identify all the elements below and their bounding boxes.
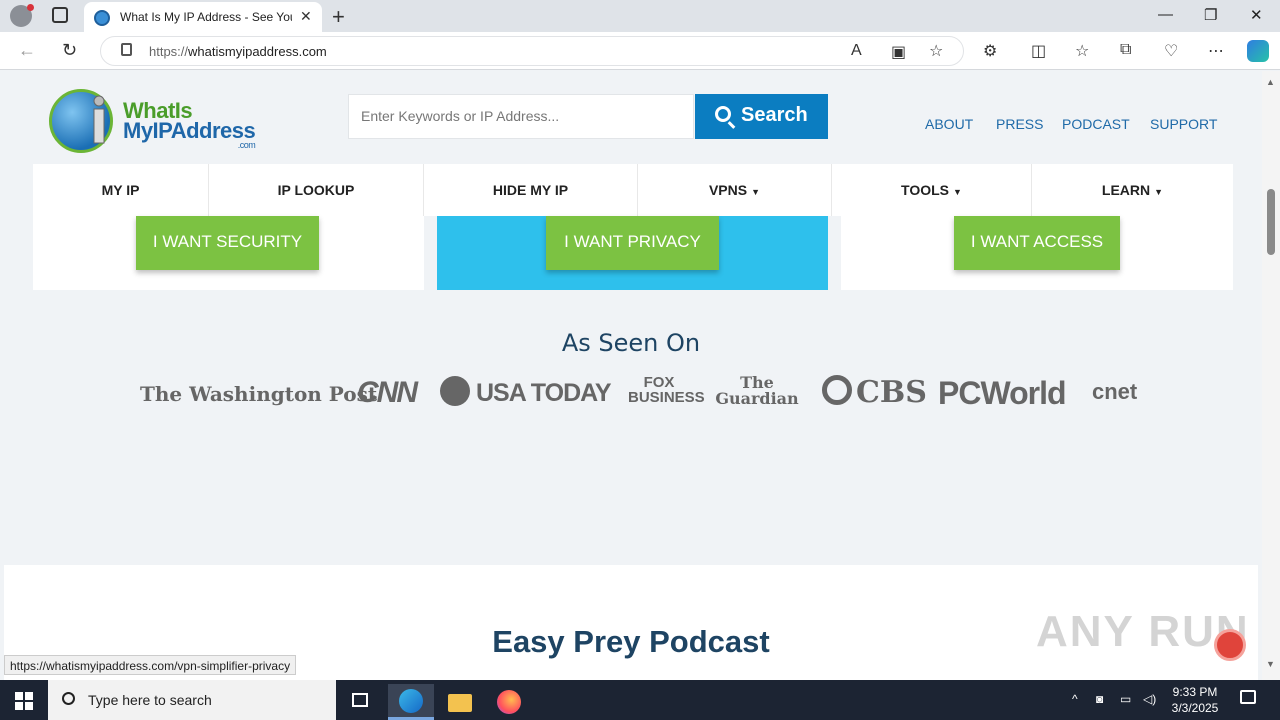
web-page: WhatIs MyIPAddress .com Enter Keywords o… [0,71,1262,680]
url-prefix: https:// [149,44,189,59]
clock-time: 9:33 PM [1172,685,1218,699]
address-bar-row: ← ↻ https://whatismyipaddress.com A ▣ ☆ … [0,32,1280,70]
tab-close-icon[interactable]: ✕ [300,8,312,25]
cnn-logo: CNN [357,376,418,409]
cnet-logo: cnet [1092,379,1138,404]
read-aloud-icon[interactable]: A [851,42,862,60]
taskbar-search[interactable]: Type here to search [48,680,336,720]
tray-chevron-icon[interactable]: ^ [1072,692,1078,706]
access-card: I WANT ACCESS [841,216,1233,290]
nav-vpns[interactable]: VPNS ▼ [638,164,832,216]
nav-label: VPNS [708,182,748,198]
restore-button[interactable]: ❐ [1204,6,1217,24]
refresh-icon[interactable]: ↻ [62,40,77,61]
url-field[interactable]: https://whatismyipaddress.com A ▣ ☆ [100,36,964,66]
more-menu-icon[interactable]: ⋯ [1208,41,1224,61]
scroll-down-icon[interactable]: ▼ [1266,659,1275,669]
network-icon[interactable]: ▭ [1120,692,1131,706]
search-button-label: Search [741,104,808,126]
guardian-logo: The Guardian [715,373,799,408]
logo-line2: MyIPAddress [123,118,256,143]
extensions-icon[interactable]: ⚙ [983,41,997,61]
new-tab-button[interactable]: + [332,4,345,30]
caret-down-icon: ▼ [953,187,962,197]
nav-label: TOOLS [901,182,950,198]
url-text: https://whatismyipaddress.com [149,44,327,59]
press-logos: The Washington Post CNN USA TODAY FOX BU… [140,374,1140,414]
page-scrollbar[interactable]: ▲ ▼ [1262,71,1280,680]
nav-learn[interactable]: LEARN ▼ [1032,164,1233,216]
washington-post-logo: The Washington Post [140,382,378,406]
usa-today-dot-icon [440,376,470,406]
tab-title: What Is My IP Address - See Your [120,10,292,24]
privacy-card: I WANT PRIVACY [437,216,828,290]
i-want-access-button[interactable]: I WANT ACCESS [954,216,1120,270]
press-link[interactable]: PRESS [996,116,1043,132]
scroll-up-icon[interactable]: ▲ [1266,77,1275,87]
file-explorer-icon[interactable] [440,684,480,720]
collections-icon[interactable]: ⧉ [1120,41,1131,59]
nav-label: MY IP [101,182,140,198]
podcast-link[interactable]: PODCAST [1062,116,1130,132]
i-want-privacy-button[interactable]: I WANT PRIVACY [546,216,719,270]
firefox-icon[interactable] [488,684,528,720]
copilot-icon[interactable] [1247,40,1269,62]
site-header: WhatIs MyIPAddress .com Enter Keywords o… [33,71,1233,164]
fox-business-logo: FOX BUSINESS [628,374,705,406]
usa-today-logo: USA TODAY [476,379,612,407]
tab-actions-icon[interactable] [52,7,68,23]
favorite-star-icon[interactable]: ☆ [929,41,943,61]
action-center-icon[interactable] [1240,690,1256,704]
search-button[interactable]: Search [695,94,828,139]
close-window-button[interactable]: ✕ [1250,6,1263,24]
caret-down-icon: ▼ [1154,187,1164,197]
nav-label: HIDE MY IP [492,182,569,198]
taskbar-clock[interactable]: 9:33 PM 3/3/2025 [1160,684,1230,716]
split-screen-icon[interactable]: ◫ [1031,41,1046,61]
nav-label: IP LOOKUP [277,182,355,198]
volume-icon[interactable]: ◁) [1143,692,1156,706]
back-icon[interactable]: ← [18,40,36,61]
minimize-button[interactable]: — [1158,6,1173,23]
about-link[interactable]: ABOUT [925,116,973,132]
browser-essentials-icon[interactable]: ♡ [1164,41,1178,61]
caret-down-icon: ▼ [751,187,761,197]
pcworld-logo: PCWorld [938,375,1067,411]
nav-tools[interactable]: TOOLS ▼ [832,164,1032,216]
edge-taskbar-icon[interactable] [388,684,434,720]
search-icon [62,692,75,705]
globe-icon [94,10,110,26]
nav-my-ip[interactable]: MY IP [33,164,209,216]
nav-label: LEARN [1101,182,1151,198]
browser-tab[interactable]: What Is My IP Address - See Your ✕ [84,2,322,32]
clock-date: 3/3/2025 [1171,701,1219,715]
as-seen-on-heading: As Seen On [561,329,701,357]
favorites-icon[interactable]: ☆ [1075,41,1089,61]
notification-bell-icon[interactable] [1214,629,1246,661]
support-link[interactable]: SUPPORT [1150,116,1217,132]
cbs-eye-icon [822,375,852,405]
scrollbar-thumb[interactable] [1267,189,1275,255]
status-bar-url: https://whatismyipaddress.com/vpn-simpli… [4,655,297,675]
cbs-logo: CBS [856,375,927,410]
taskbar-search-text: Type here to search [88,692,212,708]
nav-ip-lookup[interactable]: IP LOOKUP [209,164,424,216]
immersive-reader-icon[interactable]: ▣ [891,42,906,62]
notification-dot-icon [27,4,34,11]
info-i-logo-icon [93,95,105,144]
meet-now-icon[interactable]: ◙ [1096,692,1103,706]
windows-start-icon[interactable] [15,692,33,710]
security-card: I WANT SECURITY [33,216,424,290]
search-input[interactable]: Enter Keywords or IP Address... [348,94,694,139]
browser-tab-bar: What Is My IP Address - See Your ✕ + — ❐… [0,0,1280,32]
lock-icon[interactable] [121,43,132,56]
windows-taskbar: Type here to search ^ ◙ ▭ ◁) 9:33 PM 3/3… [0,680,1280,720]
main-nav: MY IP IP LOOKUP HIDE MY IP VPNS ▼ TOOLS ▼ … [33,164,1233,216]
nav-hide-my-ip[interactable]: HIDE MY IP [424,164,638,216]
url-host: whatismyipaddress.com [188,44,327,59]
search-icon [715,106,731,122]
i-want-security-button[interactable]: I WANT SECURITY [136,216,319,270]
site-logo[interactable]: WhatIs MyIPAddress .com [123,100,256,150]
task-view-icon[interactable] [340,684,380,720]
